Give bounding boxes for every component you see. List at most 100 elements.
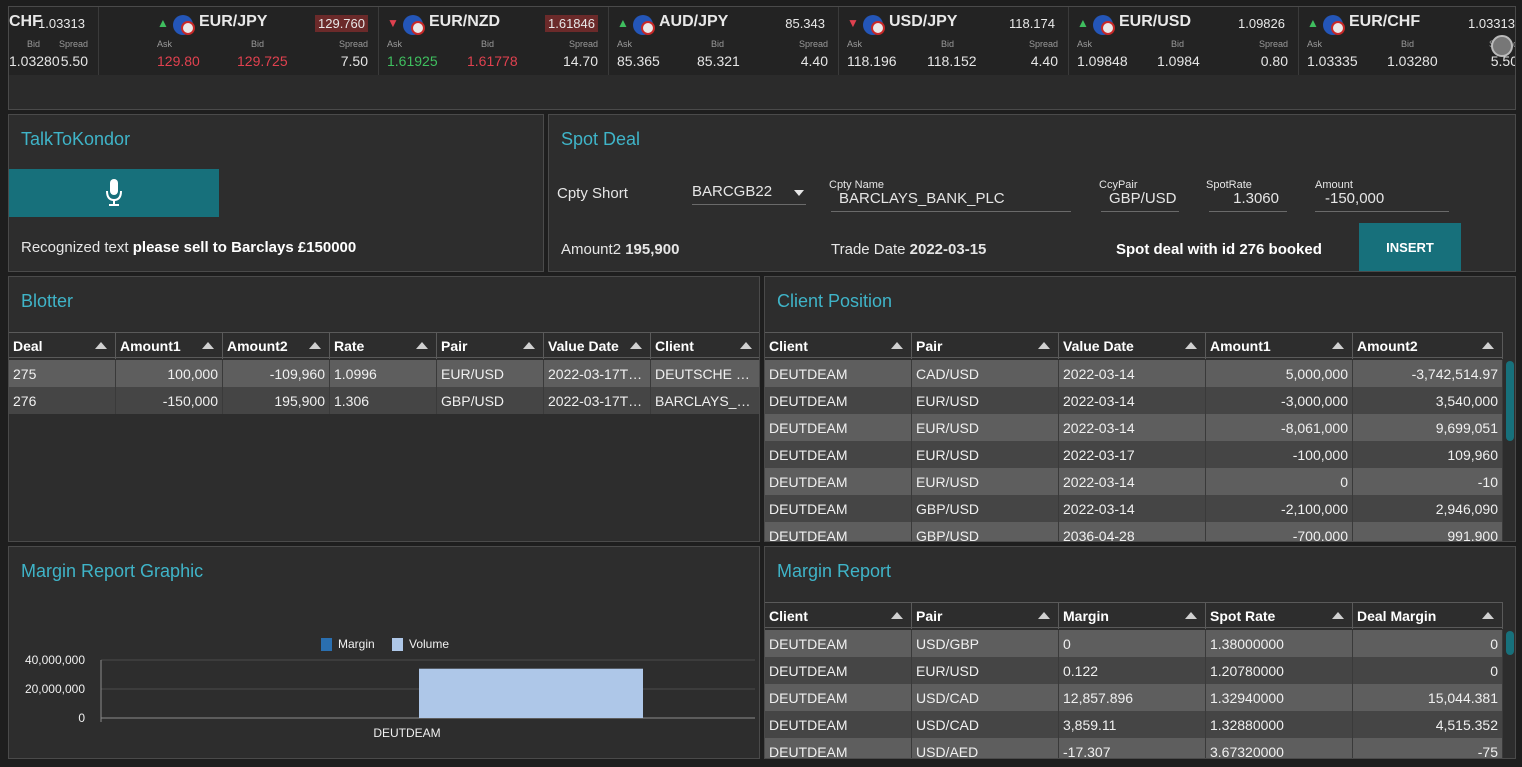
microphone-button[interactable] xyxy=(9,169,219,217)
sort-arrow-icon[interactable] xyxy=(1482,612,1494,619)
column-header[interactable]: Client xyxy=(765,333,912,359)
table-row[interactable]: 276 -150,000 195,900 1.306 GBP/USD 2022-03-17… xyxy=(9,387,759,414)
table-cell: -3,742,514.97 xyxy=(1353,360,1503,387)
sort-arrow-icon[interactable] xyxy=(309,342,321,349)
table-cell: BARCLAYS_BA... xyxy=(651,387,759,414)
column-header-label: Deal xyxy=(13,338,43,354)
ticker-item[interactable]: ▲ AUD/JPY 85.343 Ask 85.365 Bid 85.321 Spread 4.… xyxy=(609,7,839,75)
sort-arrow-icon[interactable] xyxy=(1332,342,1344,349)
table-row[interactable]: DEUTDEAM GBP/USD 2036-04-28 -700,000 991,900 xyxy=(765,522,1503,541)
table-row[interactable]: DEUTDEAM GBP/USD 2022-03-14 -2,100,000 2,946… xyxy=(765,495,1503,522)
insert-button[interactable]: INSERT xyxy=(1359,223,1461,271)
column-header[interactable]: Amount2 xyxy=(1353,333,1503,359)
deal-status-text: Spot deal with id 276 booked xyxy=(1116,241,1322,258)
table-row[interactable]: 275 100,000 -109,960 1.0996 EUR/USD 2022-03-1… xyxy=(9,360,759,387)
sort-arrow-icon[interactable] xyxy=(740,342,752,349)
table-row[interactable]: DEUTDEAM USD/CAD 3,859.11 1.32880000 4,515.3… xyxy=(765,711,1503,738)
y-tick-label: 40,000,000 xyxy=(25,653,85,667)
ticker-value: 0.80 xyxy=(1260,53,1288,69)
table-cell: 5,000,000 xyxy=(1206,360,1353,387)
ticker-last-price: 85.343 xyxy=(785,16,825,31)
table-cell: 0 xyxy=(1353,657,1503,684)
sort-arrow-icon[interactable] xyxy=(891,612,903,619)
amount2-label: Amount2 xyxy=(561,241,622,258)
column-header[interactable]: Deal Margin xyxy=(1353,603,1503,629)
ticker-item[interactable]: ▼ EUR/NZD 1.61846 Ask 1.61925 Bid 1.61778 Sprea… xyxy=(379,7,609,75)
column-header[interactable]: Amount2 xyxy=(223,333,330,359)
column-header[interactable]: Pair xyxy=(912,603,1059,629)
table-row[interactable]: DEUTDEAM EUR/USD 2022-03-14 -8,061,000 9,699… xyxy=(765,414,1503,441)
column-header[interactable]: Value Date xyxy=(544,333,651,359)
table-row[interactable]: DEUTDEAM CAD/USD 2022-03-14 5,000,000 -3,742… xyxy=(765,360,1503,387)
flag-icon xyxy=(1101,21,1115,35)
table-cell: 0 xyxy=(1059,630,1206,657)
ticker-item[interactable]: ▲ EUR/JPY 129.760 Ask 129.80 Bid 129.725 Spread… xyxy=(149,7,379,75)
grid-header: Client Pair Margin Spot Rate Deal Margin xyxy=(765,602,1503,629)
ccypair-field[interactable]: GBP/USD xyxy=(1101,190,1179,212)
ticker-label: Ask xyxy=(1077,39,1093,49)
table-row[interactable]: DEUTDEAM USD/AED -17.307 3.67320000 -75 xyxy=(765,738,1503,758)
sort-arrow-icon[interactable] xyxy=(1038,342,1050,349)
column-header[interactable]: Amount1 xyxy=(1206,333,1353,359)
flag-icon xyxy=(411,21,425,35)
spotrate-field[interactable]: 1.3060 xyxy=(1209,190,1287,212)
column-header[interactable]: Pair xyxy=(912,333,1059,359)
ticker-item[interactable]: ▼ USD/JPY 118.174 Ask 118.196 Bid 118.152 Sprea… xyxy=(839,7,1069,75)
price-ticker: CHF 1.03313 Bid Spread 1.03280 5.50 ▲ EUR/JPY 12… xyxy=(8,6,1516,110)
ticker-item[interactable]: ▲EUR/CHF1.03313Ask1.03335Bid1.03280Sprea… xyxy=(1299,7,1515,75)
table-cell: 3,859.11 xyxy=(1059,711,1206,738)
table-cell: 2,946,090 xyxy=(1353,495,1503,522)
amount-field[interactable]: -150,000 xyxy=(1315,190,1449,212)
table-cell: -17.307 xyxy=(1059,738,1206,758)
sort-arrow-icon[interactable] xyxy=(1038,612,1050,619)
column-header[interactable]: Rate xyxy=(330,333,437,359)
table-row[interactable]: DEUTDEAM EUR/USD 2022-03-14 0 -10 xyxy=(765,468,1503,495)
ticker-item[interactable]: ▲ EUR/USD 1.09826 Ask 1.09848 Bid 1.0984 Spread… xyxy=(1069,7,1299,75)
column-header[interactable]: Pair xyxy=(437,333,544,359)
sort-arrow-icon[interactable] xyxy=(630,342,642,349)
column-header-label: Pair xyxy=(916,338,943,354)
margin-report-scrollbar[interactable] xyxy=(1506,631,1514,655)
column-header[interactable]: Deal xyxy=(9,333,116,359)
ticker-item[interactable]: CHF 1.03313 Bid Spread 1.03280 5.50 xyxy=(9,7,99,75)
ticker-menu-icon[interactable] xyxy=(1491,35,1513,57)
table-row[interactable]: DEUTDEAM EUR/USD 0.122 1.20780000 0 xyxy=(765,657,1503,684)
column-header[interactable]: Spot Rate xyxy=(1206,603,1353,629)
talk-to-kondor-panel: TalkToKondor Recognized text please sell… xyxy=(8,114,544,272)
column-header[interactable]: Margin xyxy=(1059,603,1206,629)
sort-arrow-icon[interactable] xyxy=(891,342,903,349)
ticker-value: 118.196 xyxy=(847,53,897,69)
table-cell: 9,699,051 xyxy=(1353,414,1503,441)
column-header[interactable]: Value Date xyxy=(1059,333,1206,359)
column-header-label: Deal Margin xyxy=(1357,608,1437,624)
column-header[interactable]: Amount1 xyxy=(116,333,223,359)
ticker-last-price: 1.09826 xyxy=(1238,16,1285,31)
sort-arrow-icon[interactable] xyxy=(202,342,214,349)
table-cell: -75 xyxy=(1353,738,1503,758)
column-header[interactable]: Client xyxy=(765,603,912,629)
ticker-pair: AUD/JPY xyxy=(659,13,729,30)
ticker-label: Spread xyxy=(798,39,828,49)
sort-arrow-icon[interactable] xyxy=(95,342,107,349)
table-row[interactable]: DEUTDEAM USD/CAD 12,857.896 1.32940000 15,04… xyxy=(765,684,1503,711)
column-header-label: Amount1 xyxy=(1210,338,1271,354)
sort-arrow-icon[interactable] xyxy=(1185,612,1197,619)
column-header[interactable]: Client xyxy=(651,333,759,359)
cpty-name-field[interactable]: BARCLAYS_BANK_PLC xyxy=(831,190,1071,212)
ticker-value: 1.61925 xyxy=(387,53,438,69)
client-position-scrollbar[interactable] xyxy=(1506,361,1514,441)
column-header-label: Amount2 xyxy=(1357,338,1418,354)
cpty-short-select[interactable]: BARCGB22 xyxy=(692,183,806,205)
sort-arrow-icon[interactable] xyxy=(416,342,428,349)
table-row[interactable]: DEUTDEAM EUR/USD 2022-03-17 -100,000 109,960 xyxy=(765,441,1503,468)
table-cell: -100,000 xyxy=(1206,441,1353,468)
ticker-value: 118.152 xyxy=(927,53,977,69)
table-row[interactable]: DEUTDEAM EUR/USD 2022-03-14 -3,000,000 3,540… xyxy=(765,387,1503,414)
sort-arrow-icon[interactable] xyxy=(1332,612,1344,619)
table-cell: DEUTDEAM xyxy=(765,387,912,414)
sort-arrow-icon[interactable] xyxy=(1185,342,1197,349)
sort-arrow-icon[interactable] xyxy=(523,342,535,349)
table-row[interactable]: DEUTDEAM USD/GBP 0 1.38000000 0 xyxy=(765,630,1503,657)
legend-swatch xyxy=(392,638,403,651)
sort-arrow-icon[interactable] xyxy=(1482,342,1494,349)
